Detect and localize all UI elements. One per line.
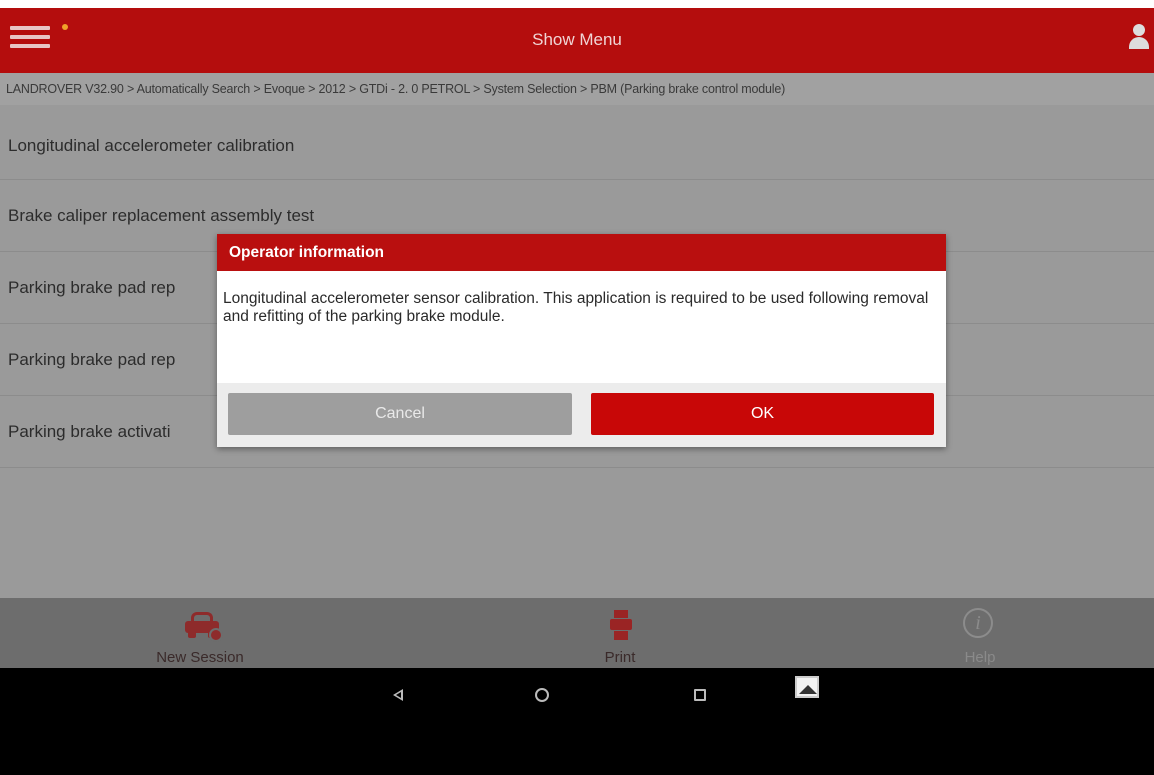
recent-apps-icon[interactable] — [685, 680, 715, 710]
back-icon[interactable] — [384, 680, 414, 710]
list-item[interactable]: Longitudinal accelerometer calibration — [0, 105, 1154, 180]
help-icon: i — [963, 608, 993, 638]
app-root: Show Menu LANDROVER V32.90 > Automatical… — [0, 8, 1154, 775]
help-label: Help — [964, 649, 996, 666]
dialog-message: Longitudinal accelerometer sensor calibr… — [223, 290, 929, 325]
cancel-button[interactable]: Cancel — [228, 393, 572, 435]
android-nav-bar — [0, 668, 1154, 775]
operator-info-dialog: Operator information Longitudinal accele… — [217, 234, 946, 447]
new-session-label: New Session — [156, 649, 244, 666]
ok-button[interactable]: OK — [591, 393, 934, 435]
car-icon — [185, 612, 223, 642]
print-label: Print — [604, 649, 636, 666]
user-icon[interactable] — [1128, 24, 1150, 52]
help-button[interactable]: i Help — [920, 598, 1040, 668]
breadcrumb: LANDROVER V32.90 > Automatically Search … — [0, 73, 1154, 105]
home-icon[interactable] — [527, 680, 557, 710]
dialog-title: Operator information — [217, 234, 946, 271]
app-header: Show Menu — [0, 8, 1154, 73]
bottom-toolbar: New Session Print i Help — [0, 598, 1154, 668]
print-button[interactable]: Print — [550, 598, 690, 668]
print-icon — [610, 610, 632, 640]
gallery-icon[interactable] — [795, 676, 819, 698]
header-title: Show Menu — [532, 30, 622, 49]
new-session-button[interactable]: New Session — [130, 598, 270, 668]
dialog-actions: Cancel OK — [217, 383, 946, 447]
